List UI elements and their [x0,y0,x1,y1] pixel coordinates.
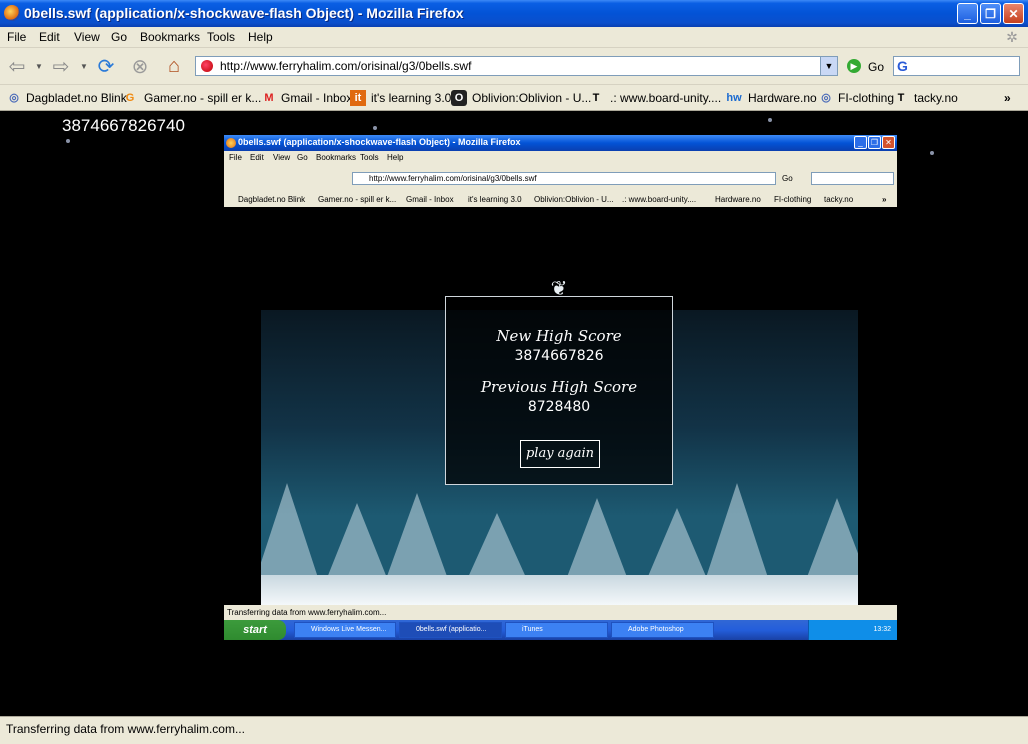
snow-ground [261,575,858,605]
tacky-icon: T [592,92,600,104]
go-icon[interactable]: ▶ [847,59,861,73]
scroll-ornament-icon: ❦ [550,278,568,300]
throbber-icon: ✲ [1006,29,1018,45]
snowflake [930,151,934,155]
bookmark-oblivion[interactable]: Oblivion:Oblivion - U... [472,91,591,105]
inner-address-bar: http://www.ferryhalim.com/orisinal/g3/0b… [352,172,776,185]
close-button[interactable]: ✕ [1003,3,1024,24]
bookmark-dagbladet[interactable]: Dagbladet.no Blink [26,91,127,105]
previous-high-score-value: 8728480 [527,399,591,415]
inner-menu-help: Help [387,153,404,162]
inner-bookmark: tacky.no [824,195,854,204]
stop-icon[interactable]: ⊗ [127,53,153,79]
bookmarks-toolbar: ◎ Dagbladet.no Blink G Gamer.no - spill … [0,85,1028,111]
address-bar[interactable]: http://www.ferryhalim.com/orisinal/g3/0b… [195,56,838,76]
snowflake [768,118,772,122]
globe-icon: ◎ [821,92,831,104]
window-controls: _ ❐ ✕ [957,3,1024,24]
inner-bookmark: .: www.board-unity.... [622,195,697,204]
snowflake [373,126,377,130]
bookmark-gmail[interactable]: Gmail - Inbox [281,91,352,105]
inner-search-box [811,172,894,185]
bookmark-tacky[interactable]: tacky.no [914,91,958,105]
inner-bookmark: Oblivion:Oblivion - U... [534,195,614,204]
play-again-button[interactable]: play again [520,440,600,468]
bookmark-gamer[interactable]: Gamer.no - spill er k... [144,91,261,105]
google-search-icon[interactable]: G [897,58,913,74]
inner-bookmark: Hardware.no [715,195,761,204]
bookmark-fi-clothing[interactable]: FI-clothing [838,91,894,105]
inner-go-label: Go [782,174,793,183]
inner-close-icon: ✕ [882,136,895,149]
itslearning-icon: it [350,90,366,106]
maximize-button[interactable]: ❐ [980,3,1001,24]
menu-go[interactable]: Go [111,30,127,44]
new-high-score-value: 3874667826 [514,348,604,364]
inner-window-controls: _ ❐ ✕ [854,136,895,149]
snowflake [66,139,70,143]
go-button[interactable]: Go [868,60,884,74]
inner-bookmarks-toolbar: Dagbladet.no Blink Gamer.no - spill er k… [224,192,897,208]
address-input[interactable]: http://www.ferryhalim.com/orisinal/g3/0b… [220,59,471,73]
address-dropdown-icon[interactable]: ▼ [820,57,837,75]
bookmark-hardware[interactable]: Hardware.no [748,91,817,105]
inner-url-text: http://www.ferryhalim.com/orisinal/g3/0b… [369,174,537,183]
inner-bookmark: Dagbladet.no Blink [238,195,306,204]
search-box[interactable]: G [893,56,1020,76]
gmail-icon: M [264,92,274,104]
menu-file[interactable]: File [7,30,26,44]
firefox-icon [4,5,20,21]
new-high-score-label: New High Score [496,327,622,345]
inner-menu-bar: File Edit View Go Bookmarks Tools Help [224,151,897,165]
status-bar: Transferring data from www.ferryhalim.co… [0,716,1028,744]
inner-menu-edit: Edit [250,153,264,162]
high-score-dialog: New High Score 3874667826 Previous High … [445,296,673,485]
forward-dropdown-icon[interactable]: ▼ [80,62,88,71]
firefox-icon [226,138,236,148]
score-display: 3874667826740 [62,116,185,135]
minimize-button[interactable]: _ [957,3,978,24]
home-icon[interactable]: ⌂ [161,53,187,79]
bookmark-board-unity[interactable]: .: www.board-unity.... [610,91,721,105]
inner-window-title: 0bells.swf (application/x-shockwave-flas… [238,137,521,147]
reload-icon[interactable]: ⟳ [93,53,119,79]
inner-menu-view: View [273,153,291,162]
tacky-icon: T [897,92,905,104]
inner-bookmarks-overflow-icon: » [882,195,887,204]
previous-high-score-label: Previous High Score [480,378,638,396]
inner-bookmark: FI-clothing [774,195,812,204]
back-icon[interactable]: ⇦ [4,53,30,79]
oblivion-icon: O [451,90,467,106]
menu-help[interactable]: Help [248,30,273,44]
inner-bookmark: it's learning 3.0 [468,195,522,204]
status-text: Transferring data from www.ferryhalim.co… [6,722,245,736]
menu-view[interactable]: View [74,30,100,44]
gamer-icon: G [125,92,135,104]
hw-icon: hw [726,92,742,104]
window-title: 0bells.swf (application/x-shockwave-flas… [24,5,464,21]
forward-icon[interactable]: ⇨ [48,53,74,79]
inner-bookmark: Gmail - Inbox [406,195,454,204]
globe-icon: ◎ [9,92,19,104]
menu-bookmarks[interactable]: Bookmarks [140,30,200,44]
inner-maximize-icon: ❐ [868,136,881,149]
inner-title-bar: 0bells.swf (application/x-shockwave-flas… [224,135,897,151]
inner-minimize-icon: _ [854,136,867,149]
inner-menu-tools: Tools [360,153,379,162]
menu-edit[interactable]: Edit [39,30,60,44]
title-bar: 0bells.swf (application/x-shockwave-flas… [0,0,1028,27]
site-favicon-icon [201,60,213,72]
back-dropdown-icon[interactable]: ▼ [35,62,43,71]
inner-menu-file: File [229,153,242,162]
bookmark-itslearning[interactable]: it's learning 3.0 [371,91,451,105]
inner-menu-go: Go [297,153,308,162]
inner-menu-bookmarks: Bookmarks [316,153,357,162]
bookmarks-overflow-chevron-icon[interactable]: » [1004,91,1011,105]
menu-tools[interactable]: Tools [207,30,235,44]
menu-bar: File Edit View Go Bookmarks Tools Help ✲ [0,27,1028,48]
inner-bookmark: Gamer.no - spill er k... [318,195,397,204]
